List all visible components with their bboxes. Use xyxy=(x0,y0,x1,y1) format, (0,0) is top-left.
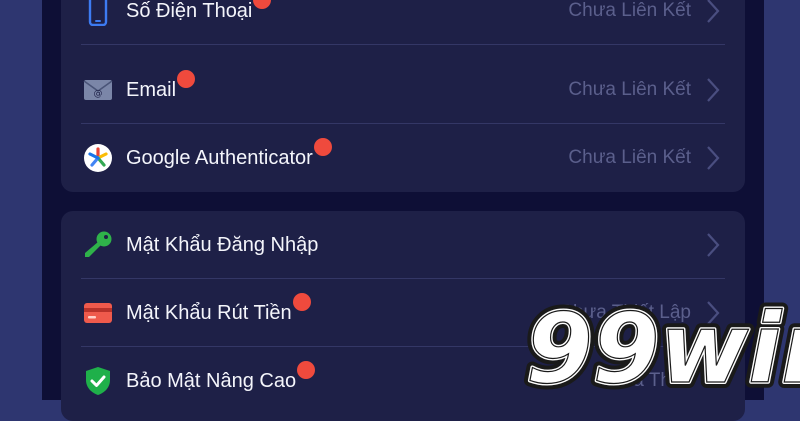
row-label: Google Authenticator xyxy=(126,146,313,169)
email-icon: @ xyxy=(82,74,114,106)
row-email[interactable]: @ Email Chưa Liên Kết xyxy=(61,56,745,124)
row-label: Bảo Mật Nâng Cao xyxy=(126,369,297,392)
chevron-right-icon xyxy=(703,232,723,258)
account-linking-card: Số Điện Thoại Chưa Liên Kết @ Email Chưa… xyxy=(61,0,745,192)
key-icon xyxy=(82,229,114,261)
notification-dot xyxy=(313,138,332,156)
chevron-right-icon xyxy=(703,77,723,103)
row-label: Số Điện Thoại xyxy=(126,0,253,22)
svg-text:99win: 99win xyxy=(526,293,800,400)
notification-dot xyxy=(297,361,316,379)
row-label: Mật Khẩu Rút Tiền xyxy=(126,301,292,324)
google-authenticator-icon xyxy=(82,142,114,174)
chevron-right-icon xyxy=(703,145,723,171)
row-status: Chưa Liên Kết xyxy=(568,0,691,21)
notification-dot xyxy=(292,293,311,311)
row-status: Chưa Liên Kết xyxy=(568,79,691,100)
row-phone-number[interactable]: Số Điện Thoại Chưa Liên Kết xyxy=(61,0,745,45)
divider xyxy=(81,44,725,45)
row-google-authenticator[interactable]: Google Authenticator Chưa Liên Kết xyxy=(61,124,745,192)
chevron-right-icon xyxy=(703,0,723,24)
card-icon xyxy=(82,297,114,329)
notification-dot xyxy=(253,0,272,9)
phone-icon xyxy=(82,0,114,27)
row-login-password[interactable]: Mật Khẩu Đăng Nhập xyxy=(61,211,745,279)
row-label: Mật Khẩu Đăng Nhập xyxy=(126,233,319,256)
notification-dot xyxy=(177,70,196,88)
svg-text:@: @ xyxy=(94,89,103,99)
brand-logo-watermark: 99win 99win 99win xyxy=(518,287,800,411)
shield-check-icon xyxy=(82,365,114,397)
row-status: Chưa Liên Kết xyxy=(568,147,691,168)
row-label: Email xyxy=(126,78,177,101)
